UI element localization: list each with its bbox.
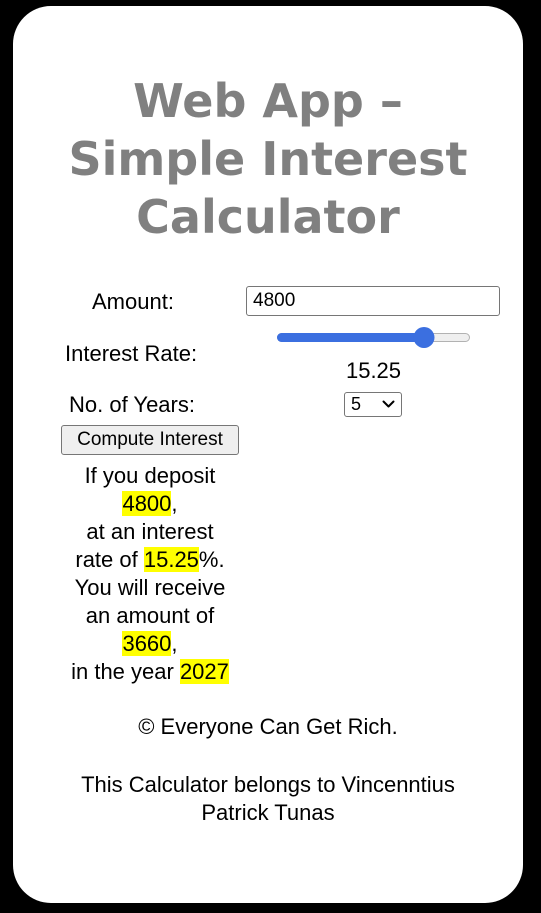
result-comma-2: , — [171, 631, 178, 656]
result-text: If you deposit 4800, at an interest rate… — [61, 462, 239, 686]
result-line-5: an amount of — [85, 603, 215, 628]
result-year: 2027 — [179, 659, 229, 684]
amount-input[interactable] — [246, 286, 500, 316]
result-rate-row: rate of 15.25%. — [61, 546, 239, 574]
result-year-row: in the year 2027 — [61, 658, 239, 686]
interest-rate-slider[interactable] — [277, 327, 470, 348]
page-title: Web App – Simple Interest Calculator — [13, 72, 523, 246]
title-line-1: Web App – — [133, 74, 403, 128]
copyright-text: © Everyone Can Get Rich. — [138, 714, 398, 739]
result-comma-1: , — [171, 491, 178, 516]
result-interest-row: 3660, — [61, 630, 239, 658]
years-select[interactable]: 5 — [344, 392, 402, 417]
result-percent: %. — [198, 547, 225, 572]
result-rate: 15.25 — [143, 547, 199, 572]
result-line-1: If you deposit — [84, 463, 216, 488]
slider-thumb[interactable] — [413, 327, 435, 348]
compute-interest-button[interactable]: Compute Interest — [61, 425, 239, 455]
title-line-3: Calculator — [136, 190, 400, 244]
slider-fill — [277, 333, 424, 342]
years-label: No. of Years: — [69, 392, 195, 417]
years-selected-value: 5 — [351, 394, 362, 414]
interest-rate-value: 15.25 — [345, 358, 402, 383]
app-card: Web App – Simple Interest Calculator Amo… — [13, 6, 523, 903]
result-line-4: You will receive — [74, 575, 226, 600]
result-line-2: at an interest — [86, 519, 214, 544]
amount-label: Amount: — [92, 289, 174, 314]
interest-rate-label: Interest Rate: — [65, 341, 198, 366]
result-amount: 4800 — [122, 491, 172, 516]
result-amount-row: 4800, — [61, 490, 239, 518]
chevron-down-icon — [382, 400, 395, 408]
result-year-prefix: in the year — [71, 659, 180, 684]
owner-text: This Calculator belongs to Vincenntius P… — [81, 772, 455, 825]
result-rate-prefix: rate of — [75, 547, 144, 572]
result-interest: 3660 — [122, 631, 172, 656]
title-line-2: Simple Interest — [68, 132, 468, 186]
